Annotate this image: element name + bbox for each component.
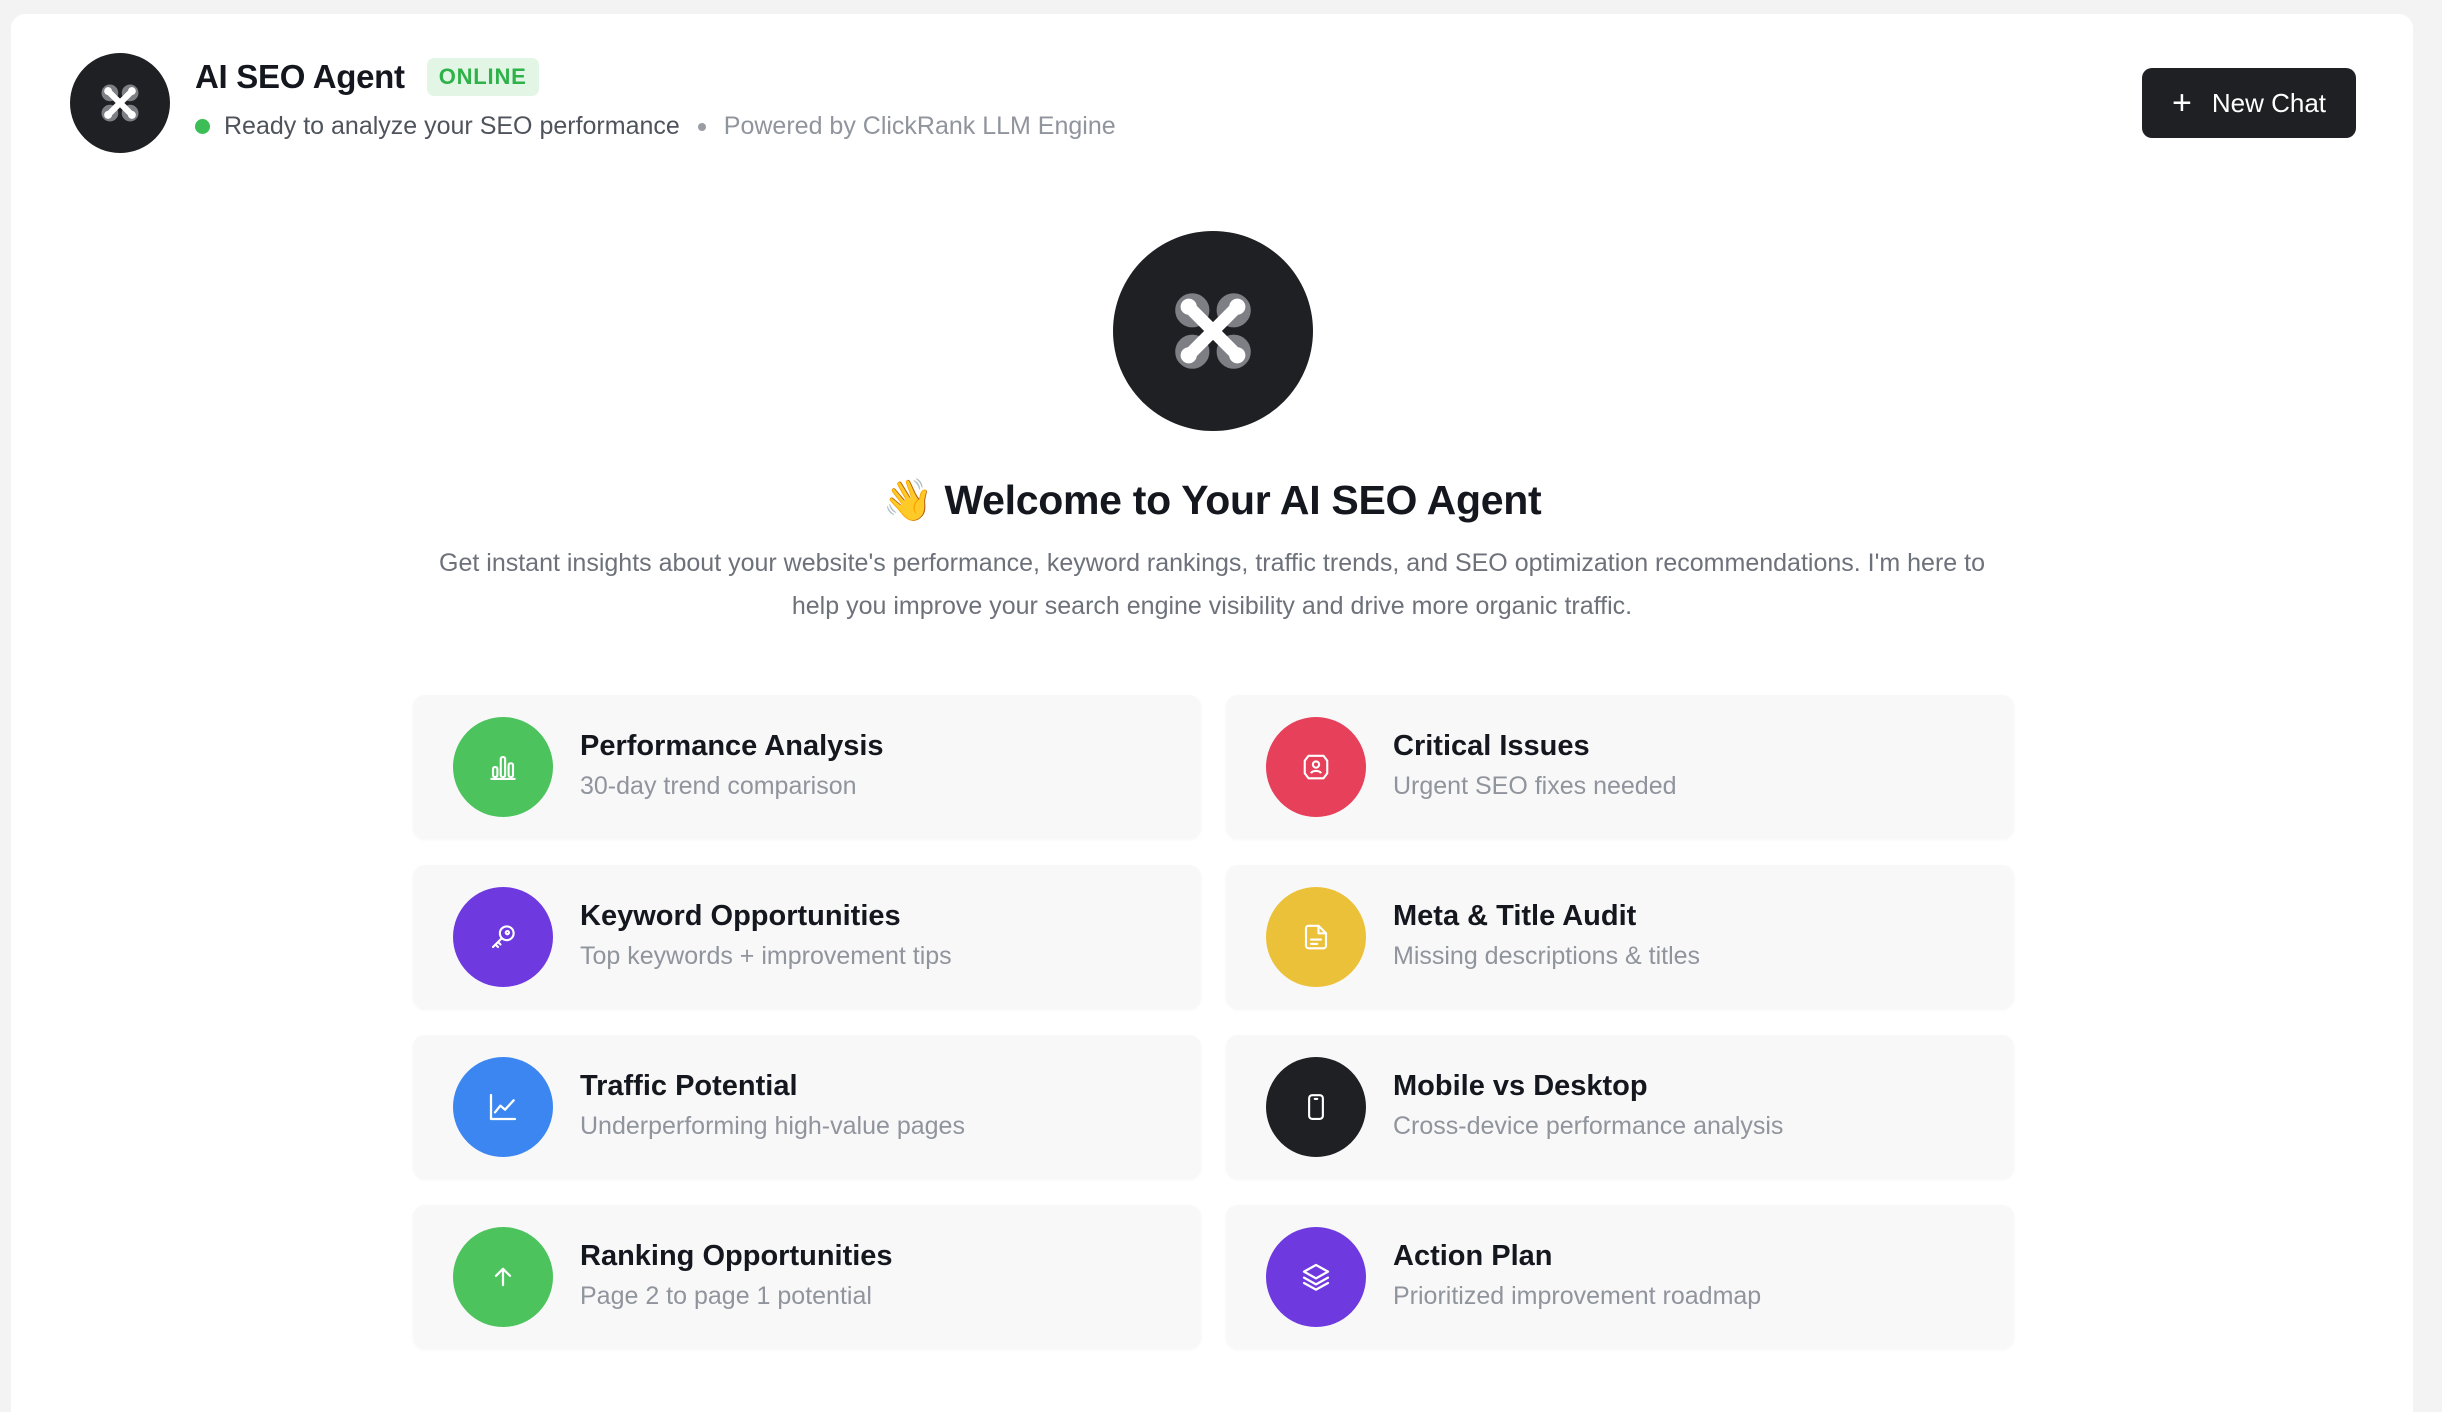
header-title-row: AI SEO Agent ONLINE	[195, 58, 539, 96]
card-title: Critical Issues	[1393, 730, 1590, 762]
welcome-heading: 👋 Welcome to Your AI SEO Agent	[11, 477, 2413, 525]
new-chat-label: New Chat	[2211, 87, 2326, 118]
arrow-up-icon	[494, 1267, 512, 1287]
card-description: Prioritized improvement roadmap	[1393, 1282, 1762, 1310]
bar-chart-icon	[490, 755, 516, 780]
card-title: Meta & Title Audit	[1393, 900, 1637, 932]
card-icon-circle	[1266, 887, 1366, 987]
wave-emoji-icon: 👋	[882, 477, 934, 523]
card-icon-circle	[453, 887, 553, 987]
card-title: Keyword Opportunities	[580, 900, 901, 932]
layers-icon	[1302, 1263, 1330, 1291]
card-title: Action Plan	[1393, 1240, 1553, 1272]
card-meta-title-audit[interactable]: Meta & Title Audit Missing descriptions …	[1226, 865, 2014, 1009]
main-panel: AI SEO Agent ONLINE Ready to analyze you…	[11, 14, 2413, 1412]
shield-alert-icon	[1303, 754, 1329, 780]
key-icon	[491, 925, 515, 949]
document-icon	[1304, 924, 1328, 950]
card-icon-circle	[453, 1227, 553, 1327]
new-chat-button[interactable]: + New Chat	[2141, 68, 2356, 138]
agent-logo-icon	[101, 84, 139, 122]
page-title: AI SEO Agent	[195, 58, 405, 95]
hero-logo	[1113, 231, 1313, 431]
card-icon-circle	[1266, 1057, 1366, 1157]
card-title: Performance Analysis	[580, 730, 884, 762]
welcome-title: Welcome to Your AI SEO Agent	[944, 477, 1542, 523]
card-performance-analysis[interactable]: Performance Analysis 30-day trend compar…	[413, 695, 1201, 839]
agent-avatar	[70, 53, 170, 153]
online-dot-icon	[195, 119, 210, 134]
plus-icon: +	[2171, 84, 2192, 122]
card-description: Page 2 to page 1 potential	[580, 1282, 872, 1310]
card-icon-circle	[1266, 717, 1366, 817]
status-badge: ONLINE	[426, 58, 539, 96]
separator-dot	[697, 122, 706, 131]
card-title: Ranking Opportunities	[580, 1240, 893, 1272]
card-title: Traffic Potential	[580, 1070, 798, 1102]
welcome-description: Get instant insights about your website'…	[439, 549, 1985, 620]
card-icon-circle	[453, 1057, 553, 1157]
card-icon-circle	[453, 717, 553, 817]
card-title: Mobile vs Desktop	[1393, 1070, 1648, 1102]
line-chart-icon	[489, 1093, 517, 1121]
card-icon-circle	[1266, 1227, 1366, 1327]
status-text: Ready to analyze your SEO performance	[224, 112, 680, 140]
card-action-plan[interactable]: Action Plan Prioritized improvement road…	[1226, 1205, 2014, 1349]
card-description: Urgent SEO fixes needed	[1393, 772, 1677, 800]
powered-by-text: Powered by ClickRank LLM Engine	[723, 112, 1116, 140]
card-keyword-opportunities[interactable]: Keyword Opportunities Top keywords + imp…	[413, 865, 1201, 1009]
card-ranking-opportunities[interactable]: Ranking Opportunities Page 2 to page 1 p…	[413, 1205, 1201, 1349]
card-mobile-vs-desktop[interactable]: Mobile vs Desktop Cross-device performan…	[1226, 1035, 2014, 1179]
card-critical-issues[interactable]: Critical Issues Urgent SEO fixes needed	[1226, 695, 2014, 839]
card-traffic-potential[interactable]: Traffic Potential Underperforming high-v…	[413, 1035, 1201, 1179]
agent-logo-icon	[1175, 293, 1251, 369]
card-description: 30-day trend comparison	[580, 772, 857, 800]
header-subtitle: Ready to analyze your SEO performance Po…	[195, 112, 1116, 141]
card-description: Cross-device performance analysis	[1393, 1112, 1784, 1140]
card-description: Top keywords + improvement tips	[580, 942, 952, 970]
card-description: Missing descriptions & titles	[1393, 942, 1701, 970]
card-description: Underperforming high-value pages	[580, 1112, 965, 1140]
smartphone-icon	[1308, 1094, 1324, 1120]
